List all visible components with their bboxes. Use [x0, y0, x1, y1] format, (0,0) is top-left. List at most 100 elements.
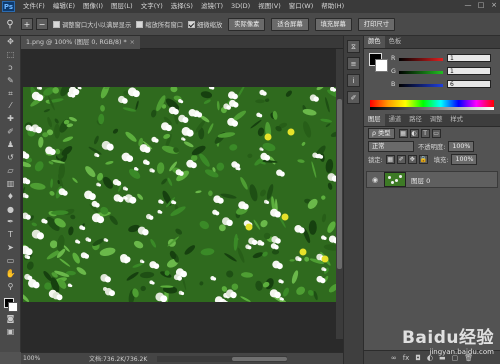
layer-row[interactable]: ◉ 图层 0 — [366, 171, 498, 188]
minimize-button[interactable]: — — [464, 1, 472, 10]
resize-windows-checkbox[interactable]: 调整窗口大小以满屏显示 — [53, 20, 131, 29]
path-select-tool-icon[interactable]: ➤ — [0, 242, 21, 255]
properties-panel-icon[interactable]: ≡ — [347, 57, 360, 70]
close-button[interactable]: × — [490, 1, 498, 10]
fill-screen-button[interactable]: 填充屏幕 — [314, 17, 352, 31]
menu-3d[interactable]: 3D(D) — [227, 0, 254, 13]
zoom-tool-icon[interactable]: ⚲ — [2, 17, 18, 31]
document-tab-bar: 1.png @ 100% (图层 0, RGB/8) * × — [21, 36, 343, 49]
eyedropper-tool-icon[interactable]: ⁄ — [0, 100, 21, 113]
menu-view[interactable]: 视图(V) — [254, 0, 285, 13]
lock-pixels-icon[interactable]: ✐ — [396, 155, 406, 164]
type-tool-icon[interactable]: T — [0, 229, 21, 242]
gradient-tool-icon[interactable]: ▥ — [0, 178, 21, 191]
color-swatches[interactable] — [0, 297, 20, 313]
background-color-swatch[interactable] — [375, 59, 388, 72]
document-size: 文档:736.2K/736.2K — [89, 356, 148, 363]
maximize-button[interactable]: □ — [477, 1, 485, 10]
brush-tool-icon[interactable]: ✐ — [0, 126, 21, 139]
red-value[interactable]: 1 — [447, 54, 491, 62]
filter-type-icon[interactable]: T — [420, 129, 430, 138]
healing-brush-tool-icon[interactable]: ✚ — [0, 113, 21, 126]
menu-image[interactable]: 图像(I) — [79, 0, 107, 13]
fit-screen-button[interactable]: 适合屏幕 — [271, 17, 309, 31]
quick-select-tool-icon[interactable]: ✎ — [0, 75, 21, 88]
marquee-tool-icon[interactable]: ⬚ — [0, 49, 21, 62]
move-tool-icon[interactable]: ✥ — [0, 36, 21, 49]
info-panel-icon[interactable]: i — [347, 74, 360, 87]
tab-swatches[interactable]: 色板 — [385, 36, 406, 48]
filter-adjust-icon[interactable]: ◐ — [409, 129, 419, 138]
tab-layers[interactable]: 图层 — [364, 114, 385, 126]
filter-shape-icon[interactable]: ▭ — [431, 129, 441, 138]
tab-adjustments[interactable]: 调整 — [426, 114, 447, 126]
fill-input[interactable]: 100% — [451, 154, 478, 165]
actual-pixels-button[interactable]: 实际像素 — [228, 17, 266, 31]
zoom-level[interactable]: 100% — [21, 355, 43, 362]
image-canvas[interactable] — [23, 87, 336, 302]
brush-panel-icon[interactable]: ✐ — [347, 91, 360, 104]
clone-stamp-tool-icon[interactable]: ♟ — [0, 139, 21, 152]
shape-tool-icon[interactable]: ▭ — [0, 255, 21, 268]
print-size-button[interactable]: 打印尺寸 — [357, 17, 395, 31]
screen-mode-icon[interactable]: ▣ — [0, 326, 21, 339]
menu-layer[interactable]: 图层(L) — [107, 0, 137, 13]
menu-select[interactable]: 选择(S) — [167, 0, 197, 13]
visibility-eye-icon[interactable]: ◉ — [370, 176, 380, 184]
layers-panel-tabs: 图层 通道 路径 调整 样式 — [364, 114, 500, 127]
blue-slider[interactable]: B 6 — [391, 80, 491, 89]
history-brush-tool-icon[interactable]: ↺ — [0, 152, 21, 165]
vertical-scrollbar[interactable] — [336, 49, 343, 339]
hand-tool-icon[interactable]: ✋ — [0, 268, 21, 281]
green-track[interactable] — [399, 71, 443, 74]
dodge-tool-icon[interactable]: ● — [0, 204, 21, 217]
zoom-all-checkbox[interactable]: 缩放所有窗口 — [136, 20, 183, 29]
zoom-tool-icon[interactable]: ⚲ — [0, 281, 21, 294]
crop-tool-icon[interactable]: ⌗ — [0, 88, 21, 101]
menu-type[interactable]: 文字(Y) — [137, 0, 167, 13]
green-slider[interactable]: G 1 — [391, 67, 491, 76]
layer-name[interactable]: 图层 0 — [411, 175, 430, 185]
grayscale-ramp[interactable] — [370, 107, 494, 110]
lock-position-icon[interactable]: ✥ — [407, 155, 417, 164]
green-value[interactable]: 1 — [447, 67, 491, 75]
lock-all-icon[interactable]: 🔒 — [418, 155, 428, 164]
menu-help[interactable]: 帮助(H) — [317, 0, 348, 13]
scrollbar-thumb[interactable] — [337, 99, 342, 269]
lasso-tool-icon[interactable]: ↄ — [0, 62, 21, 75]
close-tab-icon[interactable]: × — [130, 39, 135, 46]
horizontal-scrollbar[interactable] — [157, 355, 288, 362]
eraser-tool-icon[interactable]: ▱ — [0, 165, 21, 178]
filter-pixel-icon[interactable]: ▦ — [398, 129, 408, 138]
red-track[interactable] — [399, 58, 443, 61]
blend-mode-select[interactable]: 正常 — [368, 141, 414, 152]
background-color-swatch[interactable] — [8, 301, 18, 312]
link-layers-icon[interactable]: ∞ — [391, 354, 397, 362]
document-tab[interactable]: 1.png @ 100% (图层 0, RGB/8) * × — [21, 36, 140, 49]
watermark-brand: Baidu经验 — [401, 328, 494, 348]
tab-paths[interactable]: 路径 — [405, 114, 426, 126]
tab-channels[interactable]: 通道 — [385, 114, 406, 126]
document-tab-title: 1.png @ 100% (图层 0, RGB/8) * — [26, 39, 127, 46]
blur-tool-icon[interactable]: ♦ — [0, 191, 21, 204]
quick-mask-icon[interactable]: ◙ — [0, 313, 21, 326]
menu-window[interactable]: 窗口(W) — [285, 0, 318, 13]
history-panel-icon[interactable]: ⧖ — [347, 40, 360, 53]
tab-styles[interactable]: 样式 — [446, 114, 467, 126]
lock-transparent-icon[interactable]: ▦ — [385, 155, 395, 164]
photoshop-logo: Ps — [2, 1, 15, 12]
collapsed-panel-strip: ⧖ ≡ i ✐ — [343, 36, 364, 364]
menu-filter[interactable]: 滤镜(T) — [197, 0, 227, 13]
zoom-in-icon[interactable]: + — [21, 18, 33, 30]
red-slider[interactable]: R 1 — [391, 54, 491, 63]
zoom-out-icon[interactable]: − — [36, 18, 48, 30]
layer-kind-select[interactable]: ρ 类型 — [368, 128, 395, 139]
menu-file[interactable]: 文件(F) — [19, 0, 49, 13]
menu-edit[interactable]: 编辑(E) — [49, 0, 79, 13]
scrubby-zoom-checkbox[interactable]: 细微缩放 — [188, 20, 222, 29]
tab-color[interactable]: 颜色 — [364, 36, 385, 48]
blue-value[interactable]: 6 — [447, 80, 491, 88]
opacity-input[interactable]: 100% — [448, 141, 475, 152]
pen-tool-icon[interactable]: ✒ — [0, 216, 21, 229]
blue-track[interactable] — [399, 84, 443, 87]
